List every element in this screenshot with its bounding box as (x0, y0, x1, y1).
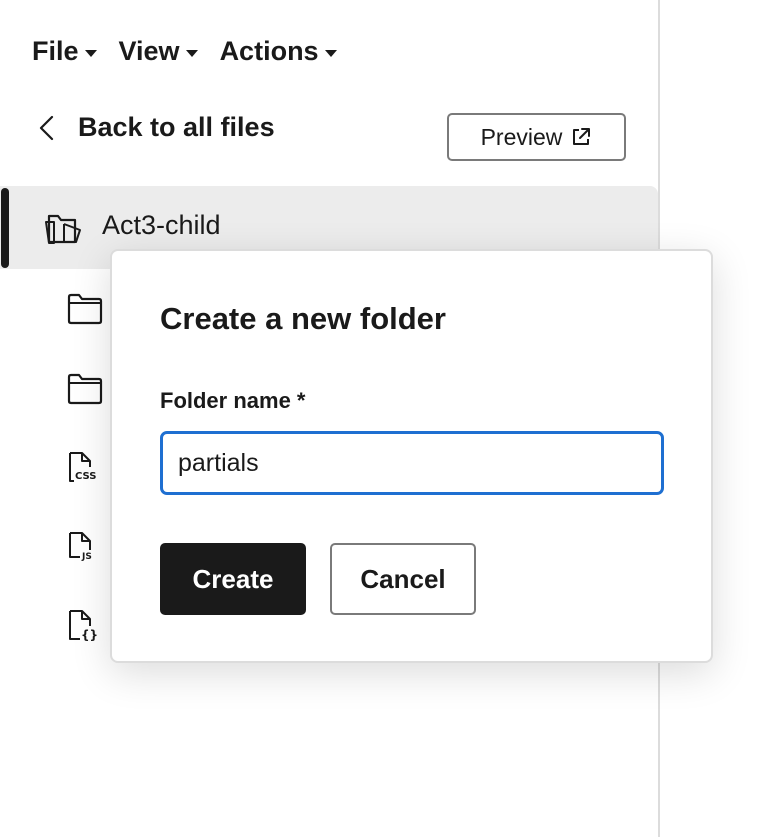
svg-text:JS: JS (81, 552, 92, 562)
folder-icon[interactable] (66, 372, 104, 406)
preview-button[interactable]: Preview (447, 113, 626, 161)
menu-file[interactable]: File (32, 36, 97, 67)
chevron-left-icon (39, 115, 54, 140)
menu-view-label: View (118, 36, 180, 66)
external-link-icon (573, 128, 591, 145)
back-label: Back to all files (78, 112, 275, 142)
menu-actions[interactable]: Actions (220, 36, 337, 67)
tree-root-label: Act3-child (102, 210, 221, 240)
dialog-title: Create a new folder (160, 301, 446, 336)
preview-label: Preview (480, 123, 563, 150)
json-file-icon[interactable]: {} (66, 608, 100, 642)
create-folder-dialog: Create a new folder Folder name * Create… (110, 249, 713, 663)
menu-actions-label: Actions (219, 36, 319, 66)
back-to-all-files-link[interactable]: Back to all files (36, 112, 275, 143)
selected-indicator (1, 188, 9, 268)
menubar: File View Actions (32, 36, 337, 67)
create-button[interactable]: Create (160, 543, 306, 615)
svg-text:{}: {} (81, 628, 98, 642)
folder-name-input[interactable] (160, 431, 664, 495)
caret-down-icon (185, 49, 198, 57)
css-file-icon[interactable]: CSS (66, 450, 100, 484)
caret-down-icon (84, 49, 97, 57)
caret-down-icon (324, 49, 337, 57)
folder-icon[interactable] (66, 292, 104, 326)
menu-view[interactable]: View (119, 36, 198, 67)
svg-text:CSS: CSS (75, 471, 96, 482)
js-file-icon[interactable]: JS (66, 530, 100, 564)
cancel-button[interactable]: Cancel (330, 543, 476, 615)
theme-folder-icon (45, 214, 81, 244)
folder-name-label: Folder name * (160, 388, 306, 413)
menu-file-label: File (32, 36, 79, 66)
